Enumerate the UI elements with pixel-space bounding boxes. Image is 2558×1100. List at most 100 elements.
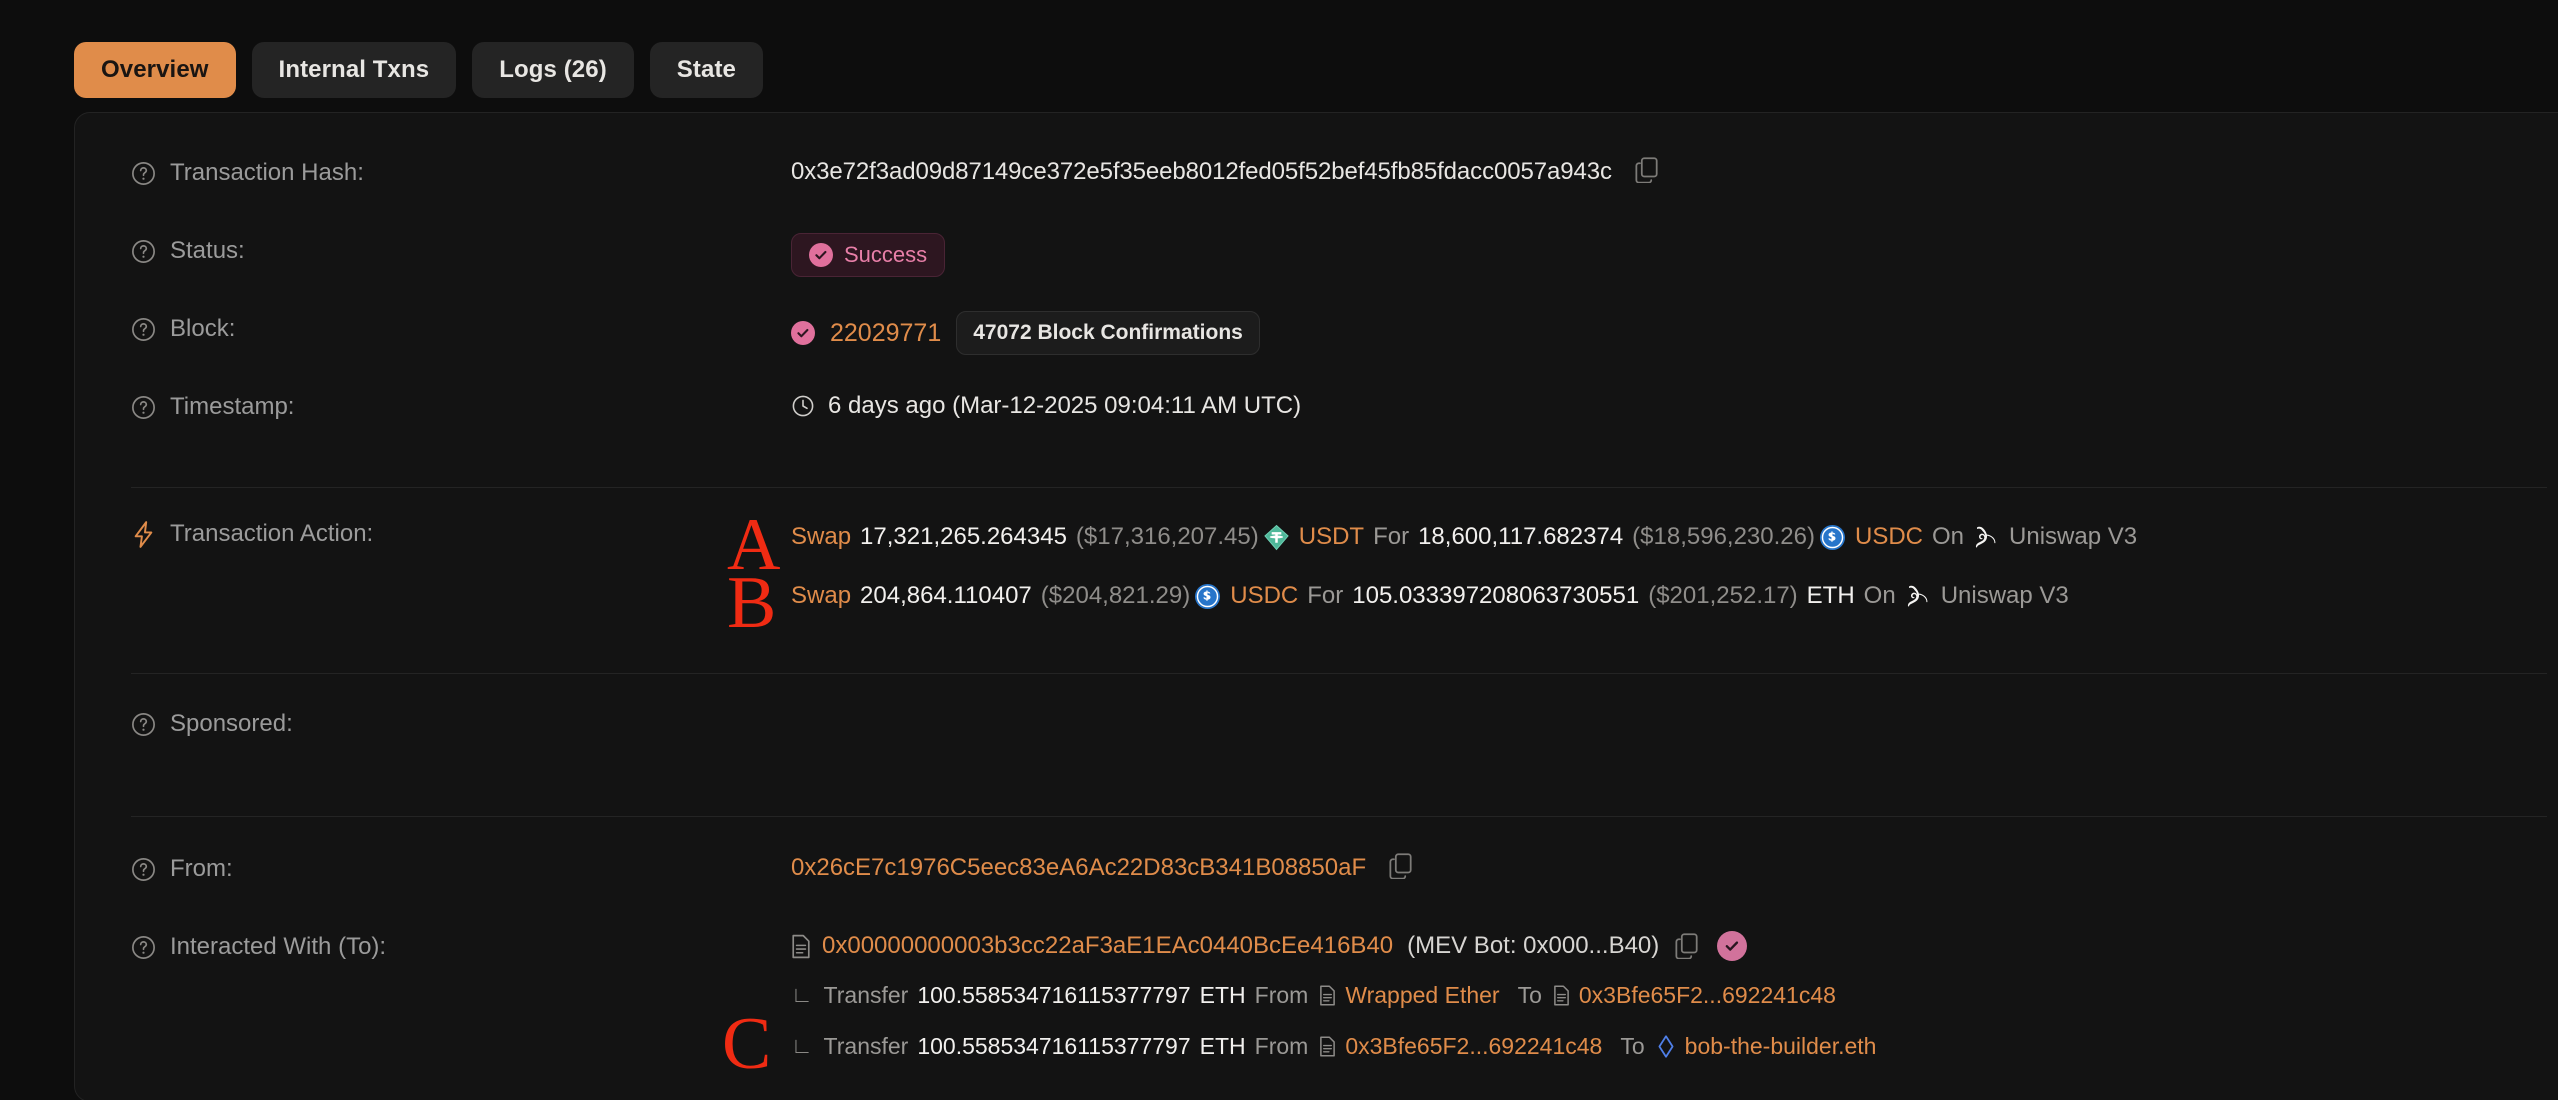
transfer-1-from-label: From	[1254, 982, 1309, 1008]
status-badge-text: Success	[844, 242, 928, 267]
row-status: Status: Success	[75, 229, 2558, 307]
tab-logs[interactable]: Logs (26)	[472, 42, 634, 98]
overview-card: Transaction Hash: 0x3e72f3ad09d87149ce37…	[74, 112, 2558, 1100]
copy-icon[interactable]	[1635, 157, 1659, 183]
row-timestamp: Timestamp: 6 days ago (Mar-12-2025 09:04…	[75, 385, 2558, 463]
row-transaction-hash: Transaction Hash: 0x3e72f3ad09d87149ce37…	[75, 151, 2558, 229]
help-icon[interactable]	[131, 161, 156, 186]
timestamp-label-group: Timestamp:	[131, 385, 791, 424]
action-2-amount-in: 204,864.110407	[860, 582, 1032, 609]
to-address-link[interactable]: 0x00000000003b3cc22aF3aE1EAc0440BcEe416B…	[822, 929, 1393, 963]
status-label: Status:	[170, 237, 245, 264]
transaction-hash-value-group: 0x3e72f3ad09d87149ce372e5f35eeb8012fed05…	[791, 151, 2558, 189]
divider-above-action	[131, 487, 2547, 488]
tab-overview[interactable]: Overview	[74, 42, 236, 98]
from-label: From:	[170, 855, 233, 882]
transfer-2-from-link[interactable]: 0x3Bfe65F2...692241c48	[1345, 1027, 1602, 1065]
action-2-token-out: ETH	[1806, 582, 1855, 609]
help-icon[interactable]	[131, 712, 156, 737]
check-circle-icon	[809, 243, 833, 267]
action-2-platform[interactable]: Uniswap V3	[1941, 575, 2069, 617]
tab-internal-txns-label: Internal Txns	[278, 56, 430, 83]
interacted-with-label: Interacted With (To):	[170, 933, 387, 960]
help-icon[interactable]	[131, 935, 156, 960]
action-2-verb[interactable]: Swap	[791, 575, 851, 617]
row-transaction-action: Transaction Action: Swap 17,321,265.2643…	[75, 512, 2558, 617]
help-icon[interactable]	[131, 857, 156, 882]
ens-diamond-icon	[1656, 1034, 1676, 1058]
transfer-2-verb: Transfer	[823, 1033, 909, 1059]
action-line-swap-2: Swap 204,864.110407 ($204,821.29) USDC F…	[791, 575, 2558, 617]
transfer-1-from-link[interactable]: Wrapped Ether	[1345, 976, 1499, 1014]
action-2-amount-out: 105.033397208063730551	[1352, 582, 1640, 609]
timestamp-value: 6 days ago (Mar-12-2025 09:04:11 AM UTC)	[828, 392, 1302, 419]
block-confirmations-chip: 47072 Block Confirmations	[956, 311, 1260, 355]
row-from: From: 0x26cE7c1976C5eec83eA6Ac22D83cB341…	[75, 847, 2558, 925]
usdc-icon	[1194, 583, 1221, 610]
transfer-1-to-label: To	[1517, 982, 1542, 1008]
action-1-verb[interactable]: Swap	[791, 516, 851, 558]
tree-corner-icon: ∟	[791, 982, 813, 1007]
tether-icon	[1263, 524, 1290, 551]
action-1-value-out: ($18,596,230.26)	[1632, 523, 1815, 550]
transfer-1-to-link[interactable]: 0x3Bfe65F2...692241c48	[1579, 976, 1836, 1014]
sponsored-value-group	[791, 702, 2558, 706]
action-1-token-in[interactable]: USDT	[1299, 516, 1364, 558]
transaction-action-label: Transaction Action:	[170, 520, 374, 547]
action-1-amount-out: 18,600,117.682374	[1418, 523, 1624, 550]
row-sponsored: Sponsored:	[75, 702, 2558, 798]
transaction-hash-value: 0x3e72f3ad09d87149ce372e5f35eeb8012fed05…	[791, 158, 1612, 185]
transfer-2-unit: ETH	[1199, 1033, 1246, 1059]
transaction-action-value-group: Swap 17,321,265.264345 ($17,316,207.45) …	[791, 512, 2558, 617]
help-icon[interactable]	[131, 239, 156, 264]
divider-above-from	[131, 816, 2547, 817]
copy-icon[interactable]	[1675, 933, 1699, 959]
lightning-bolt-icon	[131, 521, 156, 548]
status-badge: Success	[791, 233, 946, 277]
transfer-2-amount: 100.558534716115377797	[917, 1033, 1191, 1059]
timestamp-line: 6 days ago (Mar-12-2025 09:04:11 AM UTC)	[791, 389, 2558, 423]
verified-contract-icon	[1717, 931, 1748, 961]
tab-overview-label: Overview	[101, 56, 209, 83]
action-2-token-in[interactable]: USDC	[1230, 575, 1298, 617]
tab-logs-label: Logs (26)	[499, 56, 607, 83]
transfer-2-to-link[interactable]: bob-the-builder.eth	[1685, 1027, 1877, 1065]
action-2-value-out: ($201,252.17)	[1648, 582, 1798, 609]
tab-internal-txns[interactable]: Internal Txns	[251, 42, 457, 98]
transfer-2-to-label: To	[1620, 1033, 1645, 1059]
action-1-amount-in: 17,321,265.264345	[860, 523, 1067, 550]
block-line: 22029771 47072 Block Confirmations	[791, 311, 2558, 355]
block-label-group: Block:	[131, 307, 791, 346]
divider-above-sponsored	[131, 673, 2547, 674]
action-2-on: On	[1863, 582, 1896, 609]
action-2-value-in: ($204,821.29)	[1040, 582, 1191, 609]
to-address-tag: (MEV Bot: 0x000...B40)	[1407, 932, 1660, 959]
transaction-action-label-group: Transaction Action:	[131, 512, 791, 551]
action-1-on: On	[1932, 523, 1965, 550]
transfer-1-unit: ETH	[1199, 982, 1246, 1008]
contract-document-icon	[791, 934, 811, 959]
help-icon[interactable]	[131, 395, 156, 420]
contract-document-icon	[1553, 984, 1570, 1006]
contract-address-line: 0x00000000003b3cc22aF3aE1EAc0440BcEe416B…	[791, 929, 2558, 963]
timestamp-value-group: 6 days ago (Mar-12-2025 09:04:11 AM UTC)	[791, 385, 2558, 423]
help-icon[interactable]	[131, 317, 156, 342]
action-2-connector: For	[1307, 582, 1344, 609]
unicorn-icon	[1970, 523, 2000, 551]
from-address-link[interactable]: 0x26cE7c1976C5eec83eA6Ac22D83cB341B08850…	[791, 854, 1366, 881]
tree-corner-icon: ∟	[791, 1033, 813, 1058]
transaction-hash-label: Transaction Hash:	[170, 159, 364, 186]
from-value-group: 0x26cE7c1976C5eec83eA6Ac22D83cB341B08850…	[791, 847, 2558, 885]
contract-document-icon	[1319, 984, 1336, 1006]
copy-icon[interactable]	[1389, 853, 1413, 879]
action-1-connector: For	[1373, 523, 1410, 550]
action-1-platform[interactable]: Uniswap V3	[2009, 516, 2137, 558]
block-value-group: 22029771 47072 Block Confirmations	[791, 307, 2558, 355]
tab-bar: Overview Internal Txns Logs (26) State	[0, 0, 2558, 106]
block-number-link[interactable]: 22029771	[830, 316, 941, 350]
transaction-details-page: Overview Internal Txns Logs (26) State T…	[0, 0, 2558, 1100]
action-1-value-in: ($17,316,207.45)	[1075, 523, 1259, 550]
tab-state[interactable]: State	[649, 42, 763, 98]
interacted-with-label-group: Interacted With (To):	[131, 925, 791, 964]
action-1-token-out[interactable]: USDC	[1855, 516, 1923, 558]
